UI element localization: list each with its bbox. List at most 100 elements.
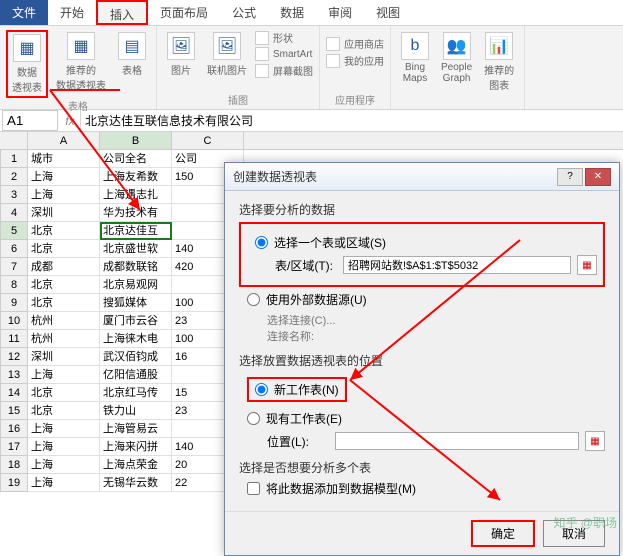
tab-formulas[interactable]: 公式 — [220, 0, 268, 25]
opt-new-sheet[interactable]: 新工作表(N) — [247, 377, 347, 402]
cell[interactable]: 上海 — [28, 456, 100, 474]
row-header[interactable]: 18 — [0, 456, 28, 474]
cell[interactable]: 上海 — [28, 366, 100, 384]
tab-data[interactable]: 数据 — [268, 0, 316, 25]
row-header[interactable]: 1 — [0, 150, 28, 168]
online-picture-button[interactable]: 🖼 联机图片 — [203, 30, 251, 79]
cell[interactable]: 北京 — [28, 384, 100, 402]
row-header[interactable]: 6 — [0, 240, 28, 258]
opt-external[interactable]: 使用外部数据源(U) — [247, 291, 605, 308]
cell[interactable]: 深圳 — [28, 204, 100, 222]
cell[interactable]: 公司全名 — [100, 150, 172, 168]
radio-existing-sheet[interactable] — [247, 412, 260, 425]
cell[interactable]: 搜狐媒体 — [100, 294, 172, 312]
shapes-button[interactable]: 形状 — [255, 30, 313, 45]
row-header[interactable]: 2 — [0, 168, 28, 186]
cell[interactable]: 上海友希数 — [100, 168, 172, 186]
cell[interactable]: 杭州 — [28, 330, 100, 348]
cell[interactable]: 杭州 — [28, 312, 100, 330]
cell[interactable]: 华为技术有 — [100, 204, 172, 222]
cell[interactable]: 上海来闪拼 — [100, 438, 172, 456]
cell[interactable]: 北京 — [28, 402, 100, 420]
close-button[interactable]: ✕ — [585, 168, 611, 186]
dialog-titlebar[interactable]: 创建数据透视表 ? ✕ — [225, 163, 619, 191]
cell[interactable]: 上海点荣金 — [100, 456, 172, 474]
opt-select-range[interactable]: 选择一个表或区域(S) — [255, 234, 597, 251]
recommended-pivot-button[interactable]: ▦ 推荐的 数据透视表 — [52, 30, 110, 98]
chk-data-model[interactable]: 将此数据添加到数据模型(M) — [247, 480, 605, 497]
fx-label[interactable]: fx — [60, 114, 80, 128]
col-B[interactable]: B — [100, 132, 172, 149]
cell[interactable]: 武汉佰钧成 — [100, 348, 172, 366]
app-store-button[interactable]: 应用商店 — [326, 36, 384, 51]
cell[interactable]: 上海 — [28, 474, 100, 492]
range-picker-button[interactable]: ▦ — [577, 255, 597, 275]
tab-insert[interactable]: 插入 — [96, 0, 148, 25]
cell[interactable]: 深圳 — [28, 348, 100, 366]
radio-new-sheet[interactable] — [255, 383, 268, 396]
cell[interactable]: 上海 — [28, 438, 100, 456]
row-header[interactable]: 3 — [0, 186, 28, 204]
cell[interactable]: 北京易观网 — [100, 276, 172, 294]
cell[interactable]: 无锡华云数 — [100, 474, 172, 492]
location-picker-button[interactable]: ▦ — [585, 431, 605, 451]
cell[interactable]: 铁力山 — [100, 402, 172, 420]
range-input[interactable] — [343, 256, 571, 274]
col-A[interactable]: A — [28, 132, 100, 149]
picture-button[interactable]: 🖼 图片 — [163, 30, 199, 79]
radio-select-range[interactable] — [255, 236, 268, 249]
cell[interactable]: 亿阳信通股 — [100, 366, 172, 384]
row-header[interactable]: 15 — [0, 402, 28, 420]
rec-charts-button[interactable]: 📊 推荐的 图表 — [480, 30, 518, 94]
cell[interactable]: 北京 — [28, 222, 100, 240]
tab-layout[interactable]: 页面布局 — [148, 0, 220, 25]
row-header[interactable]: 14 — [0, 384, 28, 402]
select-all-corner[interactable] — [0, 132, 28, 149]
people-graph-button[interactable]: 👥 People Graph — [437, 30, 476, 94]
pivot-table-button[interactable]: ▦ 数据 透视表 — [6, 30, 48, 98]
row-header[interactable]: 10 — [0, 312, 28, 330]
row-header[interactable]: 19 — [0, 474, 28, 492]
choose-connection-button[interactable]: 选择连接(C)... — [267, 312, 605, 328]
name-box[interactable] — [2, 110, 58, 131]
cell[interactable]: 上海徕木电 — [100, 330, 172, 348]
cell[interactable]: 上海遇志扎 — [100, 186, 172, 204]
row-header[interactable]: 12 — [0, 348, 28, 366]
screenshot-button[interactable]: 屏幕截图 — [255, 63, 313, 78]
bing-maps-button[interactable]: b Bing Maps — [397, 30, 433, 94]
tab-home[interactable]: 开始 — [48, 0, 96, 25]
checkbox-data-model[interactable] — [247, 482, 260, 495]
cell[interactable]: 北京盛世软 — [100, 240, 172, 258]
row-header[interactable]: 7 — [0, 258, 28, 276]
row-header[interactable]: 5 — [0, 222, 28, 240]
help-button[interactable]: ? — [557, 168, 583, 186]
row-header[interactable]: 13 — [0, 366, 28, 384]
tab-review[interactable]: 审阅 — [316, 0, 364, 25]
row-header[interactable]: 11 — [0, 330, 28, 348]
cell[interactable]: 上海 — [28, 420, 100, 438]
ok-button[interactable]: 确定 — [471, 520, 535, 547]
cell[interactable]: 成都 — [28, 258, 100, 276]
row-header[interactable]: 17 — [0, 438, 28, 456]
cell[interactable]: 厦门市云谷 — [100, 312, 172, 330]
col-C[interactable]: C — [172, 132, 244, 149]
table-button[interactable]: ▤ 表格 — [114, 30, 150, 98]
cell[interactable]: 北京达佳互 — [100, 222, 172, 240]
radio-external[interactable] — [247, 293, 260, 306]
location-input[interactable] — [335, 432, 579, 450]
cell[interactable]: 上海 — [28, 168, 100, 186]
row-header[interactable]: 9 — [0, 294, 28, 312]
row-header[interactable]: 8 — [0, 276, 28, 294]
formula-value[interactable]: 北京达佳互联信息技术有限公司 — [80, 110, 623, 131]
smartart-button[interactable]: SmartArt — [255, 47, 313, 61]
cell[interactable]: 成都数联铭 — [100, 258, 172, 276]
cell[interactable]: 北京 — [28, 240, 100, 258]
cell[interactable]: 上海 — [28, 186, 100, 204]
opt-existing-sheet[interactable]: 现有工作表(E) — [247, 410, 605, 427]
my-apps-button[interactable]: 我的应用 — [326, 53, 384, 68]
row-header[interactable]: 16 — [0, 420, 28, 438]
cell[interactable]: 北京 — [28, 276, 100, 294]
tab-view[interactable]: 视图 — [364, 0, 412, 25]
cell[interactable]: 北京 — [28, 294, 100, 312]
cell[interactable]: 北京红马传 — [100, 384, 172, 402]
